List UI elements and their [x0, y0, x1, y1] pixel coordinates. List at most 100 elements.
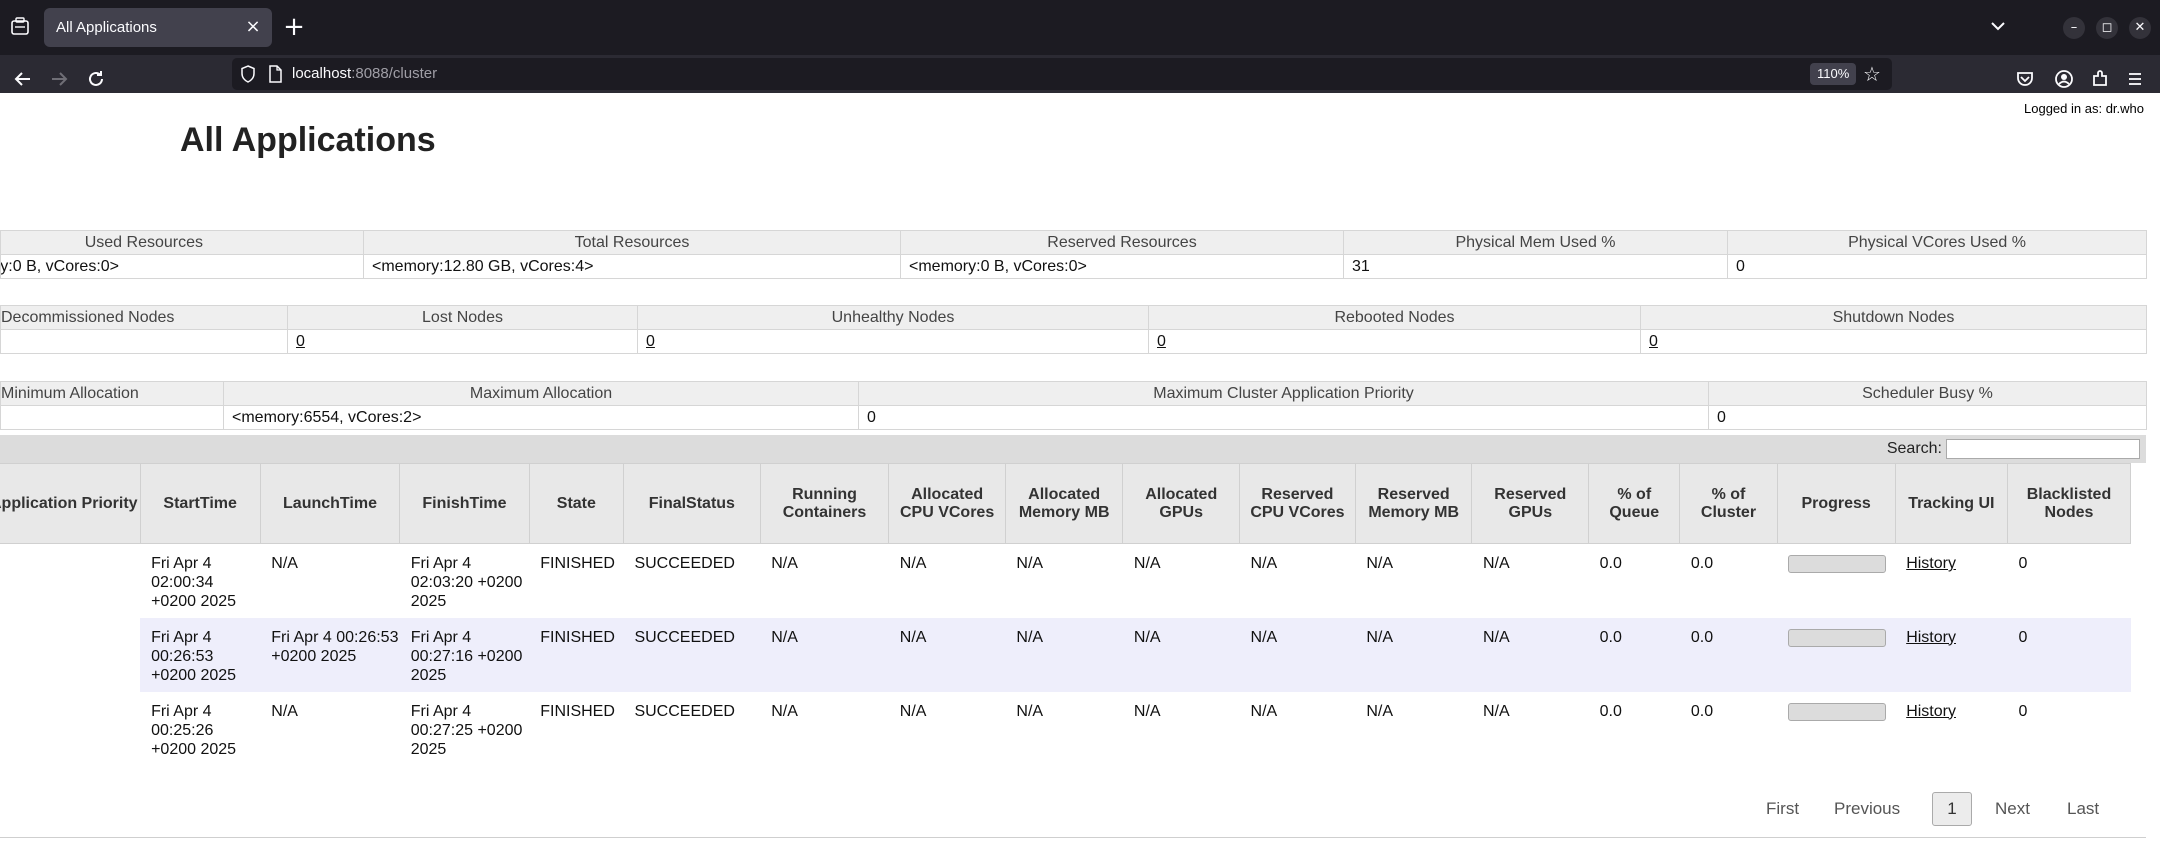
physical-mem-used-value: 31	[1343, 254, 1728, 279]
tab-list-icon[interactable]	[8, 15, 32, 39]
column-header: Scheduler Busy %	[1708, 381, 2147, 406]
cell-allocated-cpu: N/A	[899, 702, 927, 720]
back-arrow-icon[interactable]	[10, 66, 36, 92]
cell-cluster-percent: 0.0	[1679, 617, 1778, 692]
table-header-row: Used Resources Total Resources Reserved …	[0, 230, 2147, 255]
cell-progress	[1777, 544, 1895, 618]
column-header: Decommissioned Nodes	[0, 305, 288, 330]
history-link[interactable]: History	[1895, 617, 2008, 692]
table-row[interactable]: 0 Fri Apr 4 02:00:34 +0200 2025 N/A Fri Apr…	[0, 544, 2131, 618]
column-header: Reserved Resources	[900, 230, 1344, 255]
progress-bar	[1788, 702, 1887, 721]
cell-launchtime: Fri Apr 4 00:26:53 +0200 2025	[260, 617, 400, 692]
cell-reserved-gpus: N/A	[1482, 702, 1510, 720]
column-header-allocated-cpu[interactable]: Allocated CPU VCores	[888, 463, 1006, 544]
page-icon[interactable]	[265, 64, 285, 84]
pagination: First Previous 1 Next Last	[1766, 790, 2136, 826]
cell-reserved-memory: N/A	[1366, 555, 1394, 572]
cell-allocated-memory: N/A	[1016, 702, 1044, 720]
column-header-queue-percent[interactable]: % of Queue	[1588, 463, 1681, 544]
shutdown-nodes-link[interactable]: 0	[1640, 329, 2147, 354]
column-header-finishtime[interactable]: FinishTime	[399, 463, 530, 544]
cell-state: FINISHED	[540, 555, 615, 572]
star-icon[interactable]: ☆	[1860, 62, 1884, 86]
column-header: Lost Nodes	[287, 305, 638, 330]
cell-starttime: Fri Apr 4 00:26:53 +0200 2025	[140, 617, 261, 692]
column-header-state[interactable]: State	[528, 463, 624, 544]
cell-queue-percent: 0.0	[1599, 555, 1622, 572]
history-link[interactable]: History	[1895, 544, 2007, 618]
column-header-tracking-ui[interactable]: Tracking UI	[1894, 463, 2008, 544]
used-resources-value: <memory:0 B, vCores:0>	[0, 254, 364, 279]
cell-reserved-cpu: N/A	[1250, 702, 1278, 720]
cell-cluster-percent: 0.0	[1690, 702, 1714, 720]
menu-icon[interactable]	[2122, 66, 2148, 92]
cell-starttime: Fri Apr 4 02:00:34 +0200 2025	[151, 555, 237, 610]
plus-icon[interactable]: +	[280, 14, 308, 42]
cell-finalstatus: SUCCEEDED	[623, 617, 761, 692]
column-header-priority[interactable]: Application Priority	[0, 463, 141, 544]
chevron-down-icon[interactable]	[1986, 14, 2010, 38]
close-icon[interactable]: ×	[242, 16, 264, 38]
column-header-running-containers[interactable]: Running Containers	[759, 463, 890, 544]
zoom-level[interactable]: 110%	[1810, 63, 1857, 85]
cell-allocated-memory: N/A	[1016, 555, 1044, 572]
column-header-allocated-gpus[interactable]: Allocated GPUs	[1122, 463, 1241, 544]
column-header-reserved-cpu[interactable]: Reserved CPU VCores	[1239, 463, 1356, 544]
minimize-icon[interactable]: –	[2063, 17, 2085, 39]
progress-bar	[1788, 555, 1887, 573]
url-text[interactable]: localhost:8088/cluster	[292, 65, 437, 82]
scheduler-busy-value: 0	[1708, 405, 2147, 430]
cell-running-containers: N/A	[760, 617, 889, 692]
pocket-icon[interactable]	[2012, 66, 2038, 92]
column-header-blacklisted-nodes[interactable]: Blacklisted Nodes	[2006, 463, 2132, 544]
search-label: Search:	[1886, 440, 1942, 457]
reload-icon[interactable]	[83, 66, 109, 92]
pager-current-page[interactable]: 1	[1932, 792, 1972, 826]
shield-icon[interactable]	[238, 64, 258, 84]
column-header-finalstatus[interactable]: FinalStatus	[622, 463, 761, 544]
cell-reserved-cpu: N/A	[1250, 555, 1278, 572]
progress-bar	[1788, 628, 1887, 647]
close-window-icon[interactable]: ✕	[2129, 17, 2151, 39]
table-header-row: Application Priority StartTime LaunchTim…	[0, 463, 2132, 544]
column-header-reserved-gpus[interactable]: Reserved GPUs	[1471, 463, 1590, 544]
table-row: <memory:0 B, vCores:0> <memory:12.80 GB,…	[0, 254, 2147, 279]
column-header-reserved-memory[interactable]: Reserved Memory MB	[1354, 463, 1473, 544]
pager-previous[interactable]: Previous	[1834, 799, 1900, 819]
cell-blacklisted-nodes: 0	[2007, 617, 2131, 692]
extensions-icon[interactable]	[2087, 66, 2113, 92]
column-header-starttime[interactable]: StartTime	[139, 463, 261, 544]
search-bar: Search:	[0, 435, 2146, 463]
maximize-icon[interactable]: ◻	[2096, 17, 2118, 39]
tab-bar: All Applications × + – ◻ ✕	[0, 0, 2160, 55]
pager-first[interactable]: First	[1766, 799, 1799, 819]
history-link[interactable]: History	[1895, 692, 2007, 766]
column-header-progress[interactable]: Progress	[1776, 463, 1896, 544]
cell-allocated-memory: N/A	[1005, 617, 1123, 692]
column-header-allocated-memory[interactable]: Allocated Memory MB	[1004, 463, 1124, 544]
column-header-cluster-percent[interactable]: % of Cluster	[1679, 463, 1778, 544]
cell-launchtime: N/A	[271, 555, 298, 572]
search-input[interactable]	[1946, 439, 2140, 459]
pager-last[interactable]: Last	[2067, 799, 2099, 819]
column-header-launchtime[interactable]: LaunchTime	[259, 463, 401, 544]
pager-next[interactable]: Next	[1995, 799, 2030, 819]
table-row[interactable]: 0 Fri Apr 4 00:26:53 +0200 2025Fri Apr 4 …	[0, 617, 2131, 692]
cell-reserved-memory: N/A	[1366, 702, 1394, 720]
forward-arrow-icon[interactable]	[46, 66, 72, 92]
cell-finishtime: Fri Apr 4 00:27:25 +0200 2025	[410, 702, 523, 758]
logged-in-user: Logged in as: dr.who	[2024, 101, 2144, 116]
cell-reserved-memory: N/A	[1355, 617, 1472, 692]
tab-all-applications[interactable]: All Applications ×	[44, 8, 272, 47]
rebooted-nodes-link[interactable]: 0	[1148, 329, 1641, 354]
lost-nodes-link[interactable]: 0	[287, 329, 638, 354]
account-icon[interactable]	[2051, 66, 2077, 92]
address-bar[interactable]: localhost:8088/cluster 110% ☆	[232, 58, 1892, 90]
unhealthy-nodes-link[interactable]: 0	[637, 329, 1149, 354]
minimum-allocation-value	[0, 405, 224, 430]
cell-state: FINISHED	[540, 702, 615, 720]
cell-queue-percent: 0.0	[1599, 702, 1622, 720]
table-row[interactable]: 0 Fri Apr 4 00:25:26 +0200 2025 N/A Fri Apr…	[0, 692, 2131, 766]
cell-running-containers: N/A	[771, 555, 798, 572]
